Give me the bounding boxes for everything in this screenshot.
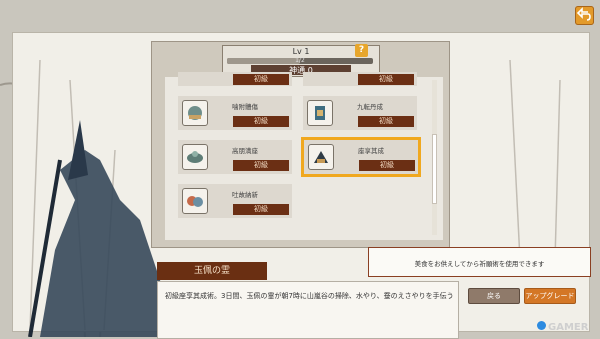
skill-rank: 初級: [359, 160, 415, 171]
skill-scroll-icon: [182, 188, 208, 214]
upgrade-button[interactable]: アップグレード: [524, 288, 576, 304]
skill-list-scrollbar[interactable]: [432, 80, 437, 235]
watermark: GAMER: [548, 322, 589, 333]
skill-card[interactable]: 吐故納新 初級: [178, 184, 292, 218]
level-progress-text: 1/2: [295, 57, 305, 64]
skill-card[interactable]: 初級: [178, 72, 292, 86]
skill-rank: 初級: [233, 204, 289, 215]
dialog-speaker-name: 玉佩の霊: [157, 262, 267, 280]
help-button[interactable]: ?: [355, 44, 368, 57]
notice-box: 美食をお供えしてから祈願術を使用できます: [368, 247, 591, 277]
skill-card[interactable]: 九転丹成 初級: [303, 96, 417, 130]
skill-name: 高朋満座: [232, 147, 258, 155]
back-arrow-button[interactable]: [575, 6, 594, 25]
skill-rank: 初級: [233, 116, 289, 127]
notice-text: 美食をお供えしてから祈願術を使用できます: [414, 260, 545, 268]
skill-card[interactable]: 噛附體傷 初級: [178, 96, 292, 130]
skill-rank: 初級: [358, 74, 414, 85]
skill-rank: 初級: [358, 116, 414, 127]
skill-rank: 初級: [233, 74, 289, 85]
skill-card[interactable]: 初級: [303, 72, 417, 86]
skill-name: 座享其成: [358, 147, 384, 155]
scrollbar-thumb[interactable]: [432, 134, 437, 204]
skill-rank: 初級: [233, 160, 289, 171]
skill-name: 吐故納新: [232, 191, 258, 199]
skill-scroll-icon: [182, 144, 208, 170]
watermark-logo-icon: [537, 321, 546, 330]
skill-scroll-icon: [307, 100, 333, 126]
skill-card-selected[interactable]: 座享其成 初級: [301, 137, 421, 177]
skill-card[interactable]: 高朋満座 初級: [178, 140, 292, 174]
back-button[interactable]: 戻る: [468, 288, 520, 304]
dialog-text: 初級座享其成術。3日間、玉佩の霊が朝7時に山嵐谷の掃除、水やり、蚕のえさやりを手…: [165, 292, 454, 300]
level-progress-bar: 1/2: [227, 57, 373, 64]
skill-scroll-icon: [308, 144, 334, 170]
back-arrow-icon: [576, 7, 591, 21]
skill-name: 九転丹成: [357, 103, 383, 111]
skill-name: 噛附體傷: [232, 103, 258, 111]
dialog-box: [157, 281, 459, 339]
skill-scroll-icon: [182, 100, 208, 126]
